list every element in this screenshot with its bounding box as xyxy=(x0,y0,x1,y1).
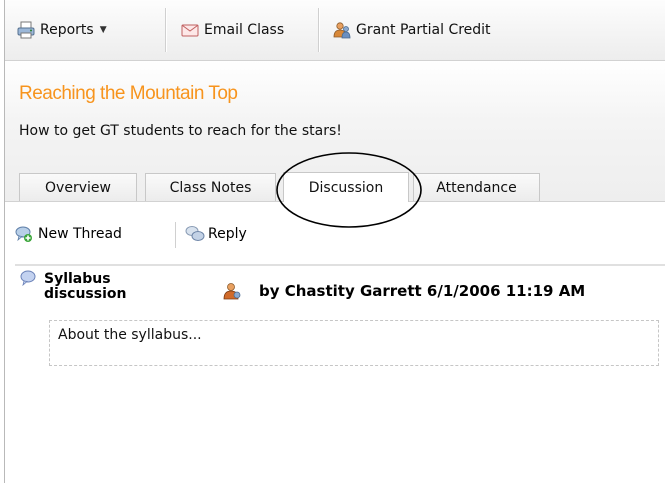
toolbar-separator xyxy=(175,222,176,248)
tab-overview[interactable]: Overview xyxy=(19,173,137,201)
grant-partial-credit-label: Grant Partial Credit xyxy=(356,22,491,38)
app-frame: Reports ▼ Email Class Grant Partial Cred… xyxy=(4,0,665,483)
new-thread-icon xyxy=(15,225,33,243)
thread-title: Syllabus discussion xyxy=(44,271,127,302)
byline-text: by Chastity Garrett 6/1/2006 11:19 AM xyxy=(259,282,586,300)
printer-icon xyxy=(17,21,35,39)
class-description: How to get GT students to reach for the … xyxy=(19,123,342,139)
thread-header[interactable]: Syllabus discussion xyxy=(20,270,180,302)
chevron-down-icon[interactable]: ▼ xyxy=(100,25,107,35)
toolbar-separator xyxy=(318,8,320,52)
toolbar-separator xyxy=(165,8,167,52)
tab-attendance[interactable]: Attendance xyxy=(413,173,540,201)
class-header: Reaching the Mountain Top How to get GT … xyxy=(5,61,665,202)
divider xyxy=(15,264,665,266)
envelope-icon xyxy=(181,21,199,39)
reply-label: Reply xyxy=(208,226,247,242)
grant-partial-credit-button[interactable]: Grant Partial Credit xyxy=(333,0,491,60)
tab-discussion[interactable]: Discussion xyxy=(283,172,409,202)
new-thread-button[interactable]: New Thread xyxy=(15,210,122,258)
discussion-toolbar: New Thread Reply xyxy=(5,210,665,258)
user-icon xyxy=(223,282,241,300)
users-icon xyxy=(333,21,351,39)
speech-bubble-icon xyxy=(20,270,36,286)
class-title: Reaching the Mountain Top xyxy=(19,83,238,104)
email-class-label: Email Class xyxy=(204,22,285,38)
new-thread-label: New Thread xyxy=(38,226,122,242)
reply-button[interactable]: Reply xyxy=(185,210,247,258)
reports-button[interactable]: Reports ▼ xyxy=(17,0,107,60)
reply-icon xyxy=(185,225,205,243)
reports-label: Reports xyxy=(40,22,94,38)
top-toolbar: Reports ▼ Email Class Grant Partial Cred… xyxy=(5,0,665,61)
message-body: About the syllabus... xyxy=(49,320,659,366)
tab-label: Overview xyxy=(45,179,111,196)
email-class-button[interactable]: Email Class xyxy=(181,0,284,60)
tab-class-notes[interactable]: Class Notes xyxy=(145,173,276,201)
message-text: About the syllabus... xyxy=(58,327,202,343)
tab-label: Class Notes xyxy=(169,179,252,196)
tab-label: Discussion xyxy=(308,179,384,196)
thread-byline: by Chastity Garrett 6/1/2006 11:19 AM xyxy=(223,282,585,300)
tab-label: Attendance xyxy=(436,179,517,196)
